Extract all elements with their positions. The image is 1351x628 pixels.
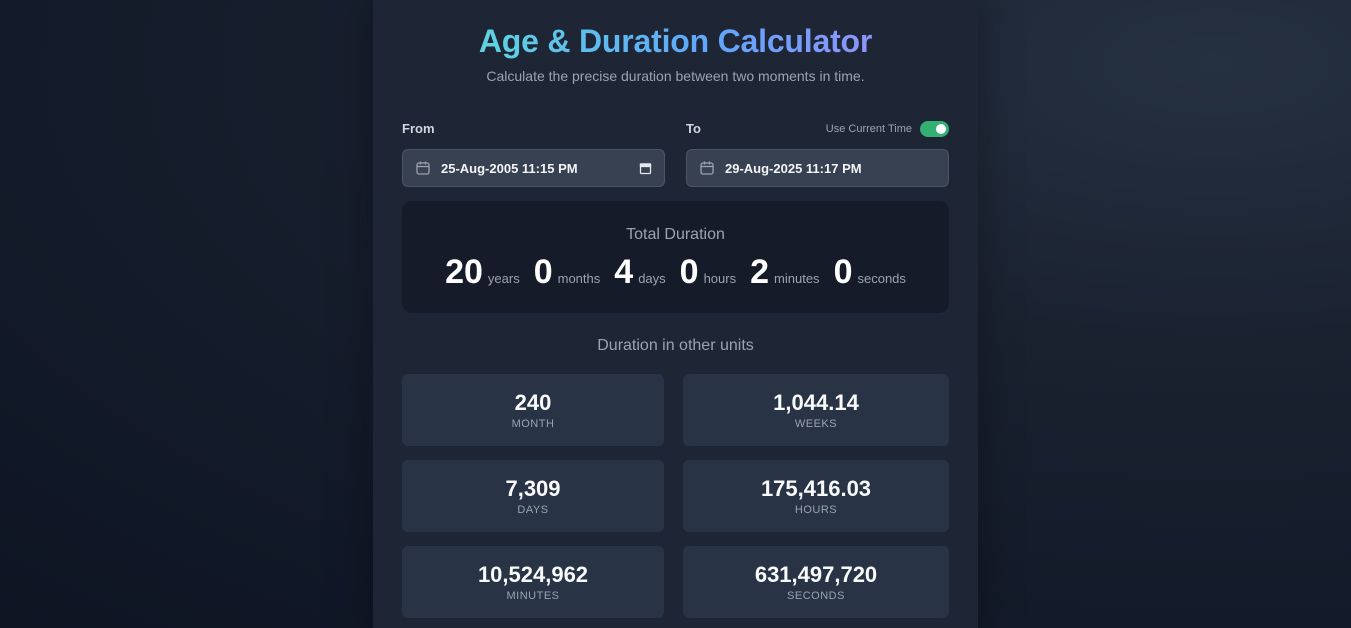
duration-segment-seconds: 0 seconds [834,253,906,292]
unit-label: HOURS [794,504,838,516]
segment-unit: seconds [857,271,906,286]
unit-label: WEEKS [794,418,838,430]
duration-segment-hours: 0 hours [680,253,736,292]
unit-card-days: 7,309 DAYS [402,460,664,532]
unit-card-minutes: 10,524,962 MINUTES [402,546,664,618]
unit-card-seconds: 631,497,720 SECONDS [683,546,949,618]
total-duration-panel: Total Duration 20 years 0 months 4 days … [402,201,949,313]
unit-value: 10,524,962 [477,562,589,587]
total-duration-title: Total Duration [626,226,725,243]
use-current-time: Use Current Time [826,121,949,137]
unit-value: 7,309 [505,476,561,501]
total-duration-values: 20 years 0 months 4 days 0 hours 2 minut… [402,253,949,292]
duration-segment-years: 20 years [445,253,520,292]
unit-label: MINUTES [506,590,560,602]
segment-value: 2 [750,253,770,291]
page-subtitle: Calculate the precise duration between t… [486,68,865,84]
other-units-grid: 240 MONTH 1,044.14 WEEKS 7,309 DAYS 175,… [402,374,949,618]
from-label: From [402,121,435,136]
page-title: Age & Duration Calculator [373,22,978,60]
unit-card-months: 240 MONTH [402,374,664,446]
unit-card-hours: 175,416.03 HOURS [683,460,949,532]
calendar-icon [415,160,431,176]
segment-value: 20 [445,253,483,291]
duration-segment-minutes: 2 minutes [750,253,819,292]
unit-card-weeks: 1,044.14 WEEKS [683,374,949,446]
calendar-picker-icon[interactable] [639,162,652,175]
unit-value: 240 [514,390,552,415]
from-datetime-input[interactable]: 25-Aug-2005 11:15 PM [402,149,665,187]
unit-value: 1,044.14 [773,390,859,415]
use-current-time-label: Use Current Time [825,123,912,135]
duration-segment-months: 0 months [534,253,601,292]
segment-unit: years [487,271,520,286]
unit-label: MONTH [511,418,555,430]
from-datetime-value: 25-Aug-2005 11:15 PM [441,160,578,176]
unit-value: 175,416.03 [760,476,872,501]
segment-value: 0 [533,253,553,291]
duration-segment-days: 4 days [614,253,665,292]
unit-label: SECONDS [787,590,845,602]
unit-value: 631,497,720 [754,562,878,587]
calculator-card: Age & Duration Calculator Calculate the … [373,0,978,628]
segment-unit: days [638,271,666,286]
to-datetime-input[interactable]: 29-Aug-2025 11:17 PM [686,149,949,187]
other-units-title: Duration in other units [597,337,754,354]
to-datetime-value: 29-Aug-2025 11:17 PM [725,160,862,176]
segment-unit: minutes [774,271,820,286]
segment-unit: hours [703,271,737,286]
calendar-icon [699,160,715,176]
segment-value: 0 [833,253,853,291]
to-label: To [686,121,701,136]
segment-unit: months [557,271,601,286]
segment-value: 4 [614,253,634,291]
unit-label: DAYS [517,504,549,516]
use-current-time-toggle[interactable] [920,121,949,137]
segment-value: 0 [679,253,699,291]
